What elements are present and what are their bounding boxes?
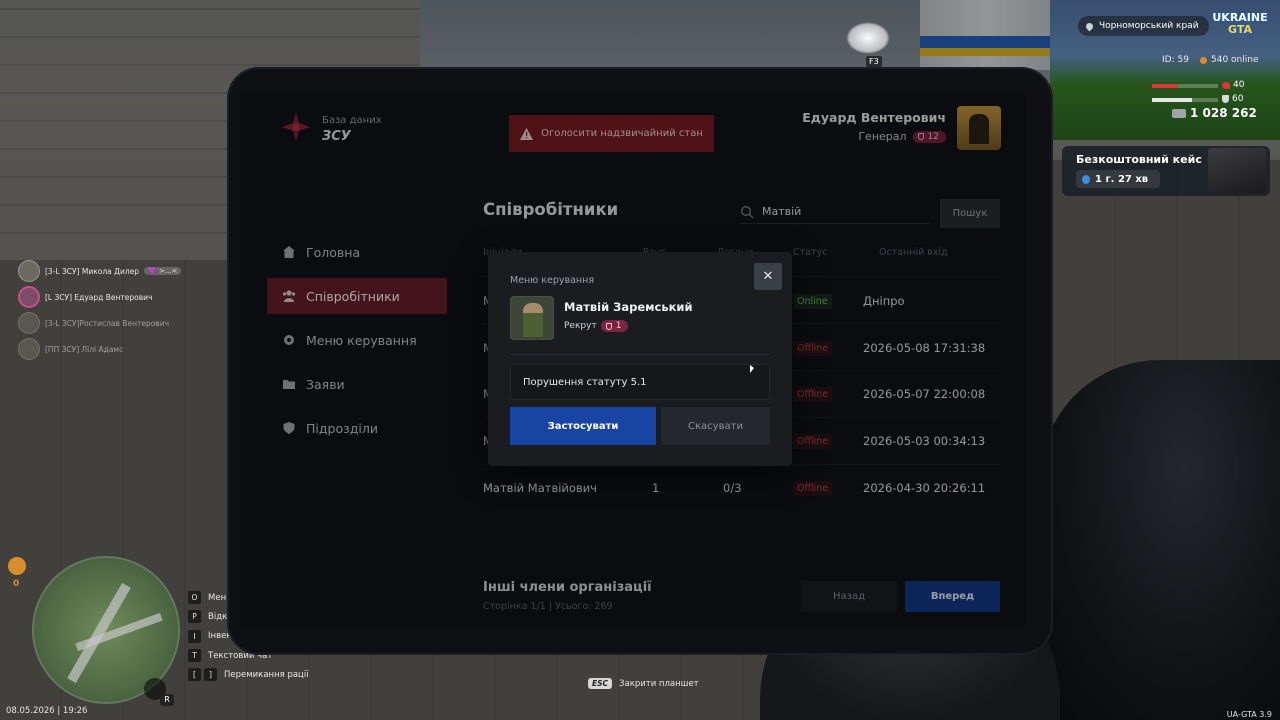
logo-bottom: GTA — [1228, 23, 1252, 36]
key-cap: I — [188, 629, 201, 643]
date-time: 08.05.2026 | 19:26 — [6, 706, 88, 716]
vehicle-icon — [846, 22, 890, 54]
free-case-card[interactable]: Безкоштовний кейс 1 г. 27 хв — [1062, 146, 1270, 196]
player-name: [ПП ЗСУ] Лілі Адамс — [45, 344, 124, 354]
health-value: 40 — [1233, 80, 1245, 90]
rank-shield-icon — [605, 322, 612, 330]
online-count: 540 online — [1200, 55, 1259, 65]
player-item: [L ЗСУ] Едуард Вентерович — [18, 284, 181, 310]
avatar — [18, 312, 40, 334]
key-cap: O — [188, 591, 201, 605]
avatar — [510, 296, 554, 340]
health-bar — [1152, 84, 1218, 88]
armor-value: 60 — [1232, 94, 1244, 104]
key-hint-label: Перемикання рації — [224, 669, 309, 680]
region-label: Чорноморський край — [1078, 16, 1209, 36]
member-rank-name: Рекрут — [564, 321, 597, 331]
rank-badge: 1 — [600, 320, 629, 332]
money-value: 1 028 262 — [1190, 106, 1257, 120]
minimap-road — [75, 612, 163, 652]
key-cap: T — [188, 649, 201, 663]
avatar — [18, 286, 40, 308]
player-id: ID: 59 — [1162, 55, 1189, 65]
free-case-timer-value: 1 г. 27 хв — [1095, 173, 1149, 185]
mouse-cursor — [750, 365, 754, 373]
member-name: Матвій Заремський — [564, 300, 693, 314]
avatar — [18, 260, 40, 282]
server-logo: UKRAINE GTA — [1212, 12, 1268, 40]
shield-icon — [1222, 95, 1229, 103]
player-tag: 💜 >...< — [144, 267, 182, 275]
rank-level: 1 — [615, 321, 622, 331]
control-menu-modal: Меню керування ✕ Матвій Заремський Рекру… — [488, 252, 792, 466]
minimap-counter: 0 — [13, 579, 20, 589]
task-icon — [8, 557, 26, 575]
key-hint-label: Відк — [208, 611, 228, 622]
player-name: [3-L ЗСУ]Ростислав Вентерович — [45, 318, 170, 328]
modal-title: Меню керування — [510, 275, 595, 286]
close-button[interactable]: ✕ — [754, 263, 782, 290]
player-item: [ПП ЗСУ] Лілі Адамс — [18, 336, 181, 362]
free-case-timer: 1 г. 27 хв — [1076, 170, 1161, 188]
heart-icon — [1222, 81, 1230, 89]
armor-bar-fill — [1152, 98, 1192, 102]
case-image — [1208, 148, 1266, 194]
online-icon — [1200, 56, 1207, 64]
game-version: UA-GTA 3.9 — [1226, 710, 1272, 719]
key-hint: [] Перемикання рації — [188, 665, 309, 684]
apply-button[interactable]: Застосувати — [510, 407, 656, 445]
player-name: [L ЗСУ] Едуард Вентерович — [45, 292, 153, 302]
location-pin-icon — [1084, 21, 1095, 31]
armor-bar — [1152, 98, 1218, 102]
player-item: [3-L ЗСУ]Ростислав Вентерович — [18, 310, 181, 336]
avatar — [18, 338, 40, 360]
close-tablet-hint: ESC Закрити планшет — [588, 678, 699, 689]
health-bar-fill — [1152, 84, 1179, 88]
cancel-button[interactable]: Скасувати — [661, 407, 770, 445]
player-name: [3-L ЗСУ] Микола Дилер — [45, 266, 140, 276]
drop-icon — [1082, 174, 1090, 184]
armor-indicator: 60 — [1222, 94, 1243, 104]
reason-input[interactable] — [510, 364, 770, 400]
close-tablet-label: Закрити планшет — [619, 678, 699, 689]
money-display: 1 028 262 — [1172, 106, 1257, 120]
key-cap: [ — [188, 668, 201, 682]
key-cap: ] — [204, 668, 217, 682]
money-icon — [1172, 108, 1186, 118]
player-item: [3-L ЗСУ] Микола Дилер 💜 >...< — [18, 258, 182, 284]
free-case-title: Безкоштовний кейс — [1076, 153, 1202, 166]
divider — [510, 354, 770, 355]
member-rank: Рекрут 1 — [564, 320, 629, 332]
health-indicator: 40 — [1222, 80, 1244, 90]
region-name: Чорноморський край — [1099, 21, 1199, 31]
online-value: 540 online — [1211, 55, 1259, 65]
vehicle-key: F3 — [866, 56, 882, 67]
esc-key: ESC — [588, 678, 613, 689]
mic-key: R — [160, 694, 174, 706]
key-cap: P — [188, 610, 201, 624]
nearby-players-list: [3-L ЗСУ] Микола Дилер 💜 >...< [L ЗСУ] Е… — [18, 258, 182, 362]
close-icon: ✕ — [762, 269, 774, 284]
key-hint-label: Мен — [208, 592, 227, 603]
